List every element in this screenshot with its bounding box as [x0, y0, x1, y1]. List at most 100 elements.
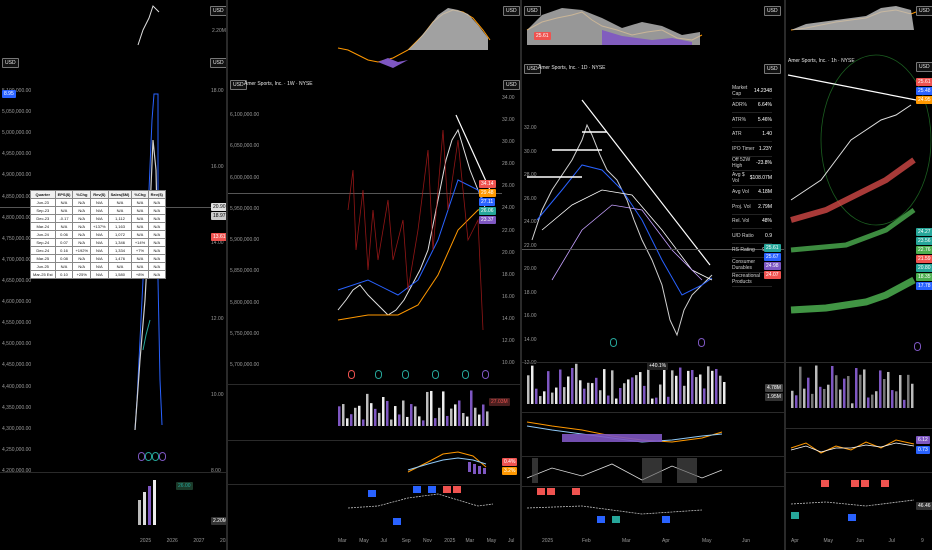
time-axis-label: Mar	[465, 538, 475, 544]
volume-value: 2.20M	[211, 517, 226, 525]
event-marker[interactable]	[610, 338, 617, 347]
event-marker[interactable]	[348, 370, 355, 379]
volume-bar	[398, 414, 401, 426]
stat-value: 48%	[761, 218, 772, 225]
event-marker[interactable]	[914, 342, 921, 351]
volume-bar	[703, 388, 706, 404]
event-marker[interactable]	[402, 370, 409, 379]
chart-pane-1[interactable]: USD USD USD 2.20M 5,100,000.00 5,050,000.…	[0, 0, 226, 550]
stat-value: $108.07M	[749, 174, 772, 181]
chart-pane-4[interactable]: USD Amer Sports, Inc. · 1h · NYSE USD 25…	[786, 0, 932, 550]
price-tag: 21.59	[916, 255, 932, 263]
volume-bar	[859, 374, 862, 408]
candles-p2	[337, 114, 491, 331]
volume-value-p2: 27.03M	[489, 398, 510, 406]
volume-bar	[871, 394, 874, 408]
event-marker[interactable]	[145, 452, 152, 461]
volume-bar	[611, 370, 614, 404]
price-tag: 25.67	[764, 253, 781, 261]
volume-bar	[831, 365, 834, 408]
chart-pane-2[interactable]: USD USD Amer Sports, Inc. · 1W · NYSE US…	[228, 0, 520, 550]
currency-badge-3[interactable]: USD	[503, 80, 520, 90]
volume-bar	[466, 416, 469, 426]
volume-bar	[875, 391, 878, 408]
time-axis-label: 2025	[542, 538, 554, 544]
table-cell: N/A	[72, 254, 92, 263]
event-marker[interactable]	[432, 370, 439, 379]
event-marker[interactable]	[138, 452, 145, 461]
table-cell: -0.17	[54, 214, 74, 223]
table-cell: Dec-23	[30, 214, 56, 223]
table-cell: N/A	[72, 222, 92, 231]
stat-row: Avg $ Vol $108.07M	[732, 171, 772, 186]
table-cell: 0.16	[54, 246, 74, 255]
table-row: Mar-25 Est 0.10 +25% N/A 1,580 +8% N/A	[30, 270, 166, 279]
volume-bar	[839, 389, 842, 408]
event-marker[interactable]	[375, 370, 382, 379]
event-marker[interactable]	[698, 338, 705, 347]
table-cell: N/A	[147, 222, 166, 231]
volume-bar	[438, 407, 441, 426]
table-cell: 0.10	[54, 270, 74, 279]
time-axis-label: Jul	[888, 538, 895, 544]
time-axis-p1: 2025202620272028	[140, 538, 226, 546]
volume-bar	[362, 419, 365, 426]
table-cell: N/A	[147, 246, 166, 255]
stat-label: Avg Vol	[732, 189, 749, 196]
volume-bar	[723, 381, 726, 404]
time-axis-label: 2027	[193, 538, 205, 544]
macd-p4	[790, 439, 915, 454]
volume-bar	[346, 418, 349, 426]
stat-row: ATR% 5.46%	[732, 113, 772, 128]
table-cell: N/A	[147, 238, 166, 247]
volume-bar	[478, 414, 481, 426]
table-cell: 1,580	[107, 270, 133, 279]
stat-row: ADR% 6.64%	[732, 99, 772, 113]
candles-p4	[787, 54, 932, 314]
volume-bar	[639, 372, 642, 404]
currency-badge-3[interactable]: USD	[764, 64, 781, 74]
table-cell: N/A	[131, 214, 149, 223]
bottom-tag-1: 46.46	[916, 502, 932, 510]
volume-bar	[635, 375, 638, 404]
table-cell: N/A	[131, 230, 149, 239]
time-axis-label: Sep	[401, 538, 411, 544]
table-cell: N/A	[72, 230, 92, 239]
volume-bar	[539, 396, 542, 404]
time-axis-p2: Mar May Jul Sep Nov 2025 Mar May Jul	[338, 538, 514, 546]
volume-bar	[891, 390, 894, 408]
table-cell: Jun-23	[30, 198, 56, 207]
chart-pane-3[interactable]: USD 25.61 USD Amer Sports, Inc. · 1D · N…	[522, 0, 784, 550]
event-marker[interactable]	[462, 370, 469, 379]
currency-badge[interactable]: USD	[916, 6, 932, 16]
volume-bar	[527, 375, 530, 404]
price-tag: 25.61	[764, 244, 781, 252]
price-tag: 24.95	[916, 96, 932, 104]
volume-bar	[555, 387, 558, 404]
currency-badge-mid[interactable]: USD	[210, 58, 226, 68]
table-cell: 1,346	[107, 238, 133, 247]
time-axis-label: Apr	[662, 538, 670, 544]
event-marker[interactable]	[152, 452, 159, 461]
table-cell: N/A	[90, 206, 109, 215]
table-cell: 1,072	[107, 230, 133, 239]
event-marker[interactable]	[159, 452, 166, 461]
volume-bar	[374, 408, 377, 426]
table-cell: N/A	[107, 206, 133, 215]
volume-bar	[579, 380, 582, 404]
currency-badge-4[interactable]: USD	[764, 6, 781, 16]
event-marker[interactable]	[482, 370, 489, 379]
volume-bar	[599, 390, 602, 404]
table-cell: N/A	[54, 262, 74, 271]
table-row: Jun-24 0.06 N/A N/A 1,072 N/A N/A	[30, 230, 166, 239]
price-tag: 24.27	[916, 228, 932, 236]
table-cell: N/A	[147, 206, 166, 215]
time-axis-label: May	[823, 538, 833, 544]
table-header-cell: Sales($M)	[107, 190, 133, 199]
currency-badge[interactable]: USD	[2, 58, 19, 68]
currency-badge-top[interactable]: USD	[210, 6, 226, 16]
volume-bar	[899, 375, 902, 408]
stat-row: Rel. Vol 48%	[732, 215, 772, 229]
volume-bar	[442, 391, 445, 426]
table-cell: N/A	[107, 198, 133, 207]
